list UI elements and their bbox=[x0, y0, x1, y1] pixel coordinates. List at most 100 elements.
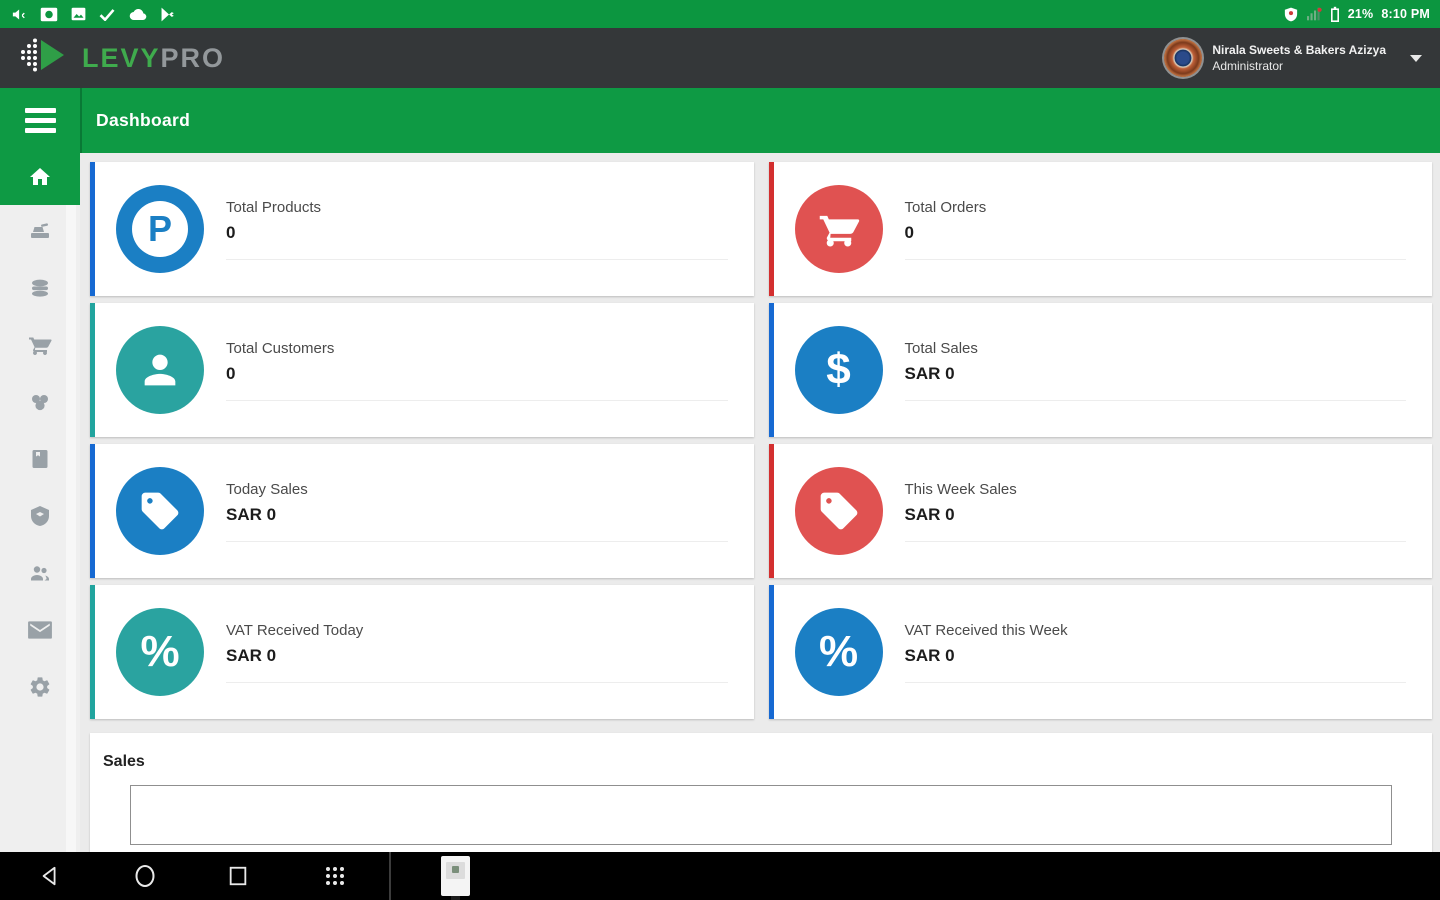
dollar-icon: $ bbox=[794, 326, 883, 414]
card-accent bbox=[768, 585, 774, 719]
stat-cards: P Total Products 0 Total Orders 0 Total … bbox=[90, 162, 1432, 719]
sidebar-item-settings[interactable] bbox=[0, 661, 80, 718]
notification-icons bbox=[10, 7, 174, 22]
nav-divider bbox=[389, 852, 391, 900]
sidebar-item-dashboard[interactable] bbox=[0, 153, 80, 205]
image-icon bbox=[71, 7, 86, 21]
sidebar-item-categories[interactable] bbox=[0, 376, 80, 433]
cloud-icon bbox=[128, 8, 147, 21]
sales-chart bbox=[130, 785, 1392, 845]
divider bbox=[904, 681, 1406, 683]
screen: 21% 8:10 PM LEVYPRO Nirala Sweets & Bake… bbox=[0, 0, 1440, 900]
recents-icon bbox=[229, 866, 247, 886]
divider bbox=[226, 681, 728, 683]
card-value: 0 bbox=[904, 222, 914, 242]
title-bar: Dashboard bbox=[0, 88, 1440, 153]
account-name: Nirala Sweets & Bakers Azizya bbox=[1212, 42, 1386, 57]
check-icon bbox=[99, 8, 115, 21]
back-button[interactable] bbox=[26, 852, 74, 900]
card-value: SAR 0 bbox=[904, 645, 955, 665]
clock: 8:10 PM bbox=[1381, 7, 1430, 21]
percent-icon: % bbox=[794, 608, 883, 696]
divider bbox=[904, 258, 1406, 260]
card-total-products[interactable]: P Total Products 0 bbox=[90, 162, 754, 296]
divider bbox=[904, 540, 1406, 542]
letter-p-icon: P bbox=[116, 185, 204, 273]
account-role: Administrator bbox=[1212, 59, 1284, 73]
levypro-logo-icon bbox=[18, 38, 68, 79]
card-accent bbox=[90, 444, 95, 578]
divider bbox=[226, 399, 728, 401]
card-accent bbox=[768, 444, 774, 578]
sidebar-item-inventory[interactable] bbox=[0, 490, 80, 547]
divider bbox=[226, 258, 728, 260]
card-label: VAT Received Today bbox=[226, 621, 364, 639]
sidebar-item-customers[interactable] bbox=[0, 547, 80, 604]
sidebar-item-cart[interactable] bbox=[0, 319, 80, 376]
home-button[interactable] bbox=[121, 852, 169, 900]
card-this-week-sales[interactable]: This Week Sales SAR 0 bbox=[768, 444, 1432, 578]
pos-terminal-icon bbox=[27, 219, 53, 248]
play-store-icon bbox=[160, 7, 174, 22]
card-total-orders[interactable]: Total Orders 0 bbox=[768, 162, 1432, 296]
inventory-icon bbox=[28, 504, 52, 533]
products-icon bbox=[27, 276, 53, 305]
divider bbox=[904, 399, 1406, 401]
app-thumbnail-dot bbox=[452, 866, 459, 873]
menu-button[interactable] bbox=[0, 88, 80, 153]
tag-icon bbox=[116, 467, 204, 555]
vpn-shield-icon bbox=[1284, 7, 1298, 22]
cart-icon bbox=[794, 185, 883, 273]
sidebar-item-messages[interactable] bbox=[0, 604, 80, 661]
card-vat-received-today[interactable]: % VAT Received Today SAR 0 bbox=[90, 585, 754, 719]
android-status-bar[interactable]: 21% 8:10 PM bbox=[0, 0, 1440, 28]
apps-grid-button[interactable] bbox=[311, 852, 359, 900]
percent-icon: % bbox=[116, 608, 204, 696]
card-today-sales[interactable]: Today Sales SAR 0 bbox=[90, 444, 754, 578]
home-circle-icon bbox=[135, 865, 155, 887]
card-accent bbox=[90, 585, 95, 719]
person-icon bbox=[116, 326, 204, 414]
customers-icon bbox=[27, 561, 53, 590]
battery-icon bbox=[1330, 6, 1340, 22]
back-icon bbox=[42, 866, 56, 886]
home-icon bbox=[27, 165, 53, 194]
card-label: VAT Received this Week bbox=[904, 621, 1068, 639]
card-label: Total Customers bbox=[226, 339, 335, 357]
messages-icon bbox=[27, 619, 53, 646]
announcement-icon bbox=[10, 7, 27, 22]
card-total-customers[interactable]: Total Customers 0 bbox=[90, 303, 754, 437]
app-bar: LEVYPRO Nirala Sweets & Bakers Azizya Ad… bbox=[0, 28, 1440, 88]
apps-grid-icon bbox=[326, 867, 344, 885]
chevron-down-icon bbox=[1410, 54, 1422, 62]
card-value: SAR 0 bbox=[226, 645, 277, 665]
sidebar bbox=[0, 153, 80, 852]
signal-icon bbox=[1306, 7, 1322, 21]
card-label: Total Sales bbox=[904, 339, 978, 357]
brand-name: LEVYPRO bbox=[82, 43, 225, 74]
sidebar-item-orders[interactable] bbox=[0, 433, 80, 490]
app-thumbnail-stub bbox=[451, 896, 460, 900]
hamburger-icon bbox=[24, 108, 56, 133]
settings-icon bbox=[28, 675, 52, 704]
screenshot-icon bbox=[40, 7, 58, 22]
sales-panel: Sales bbox=[90, 733, 1432, 852]
main-content: P Total Products 0 Total Orders 0 Total … bbox=[80, 153, 1440, 852]
card-value: SAR 0 bbox=[226, 504, 277, 524]
app-thumbnail-button[interactable] bbox=[441, 856, 470, 900]
card-label: Total Products bbox=[226, 198, 322, 216]
divider bbox=[226, 540, 728, 542]
recents-button[interactable] bbox=[214, 852, 262, 900]
card-label: Today Sales bbox=[226, 480, 308, 498]
card-total-sales[interactable]: $ Total Sales SAR 0 bbox=[768, 303, 1432, 437]
brand-pro: PRO bbox=[160, 42, 226, 73]
card-value: SAR 0 bbox=[904, 363, 955, 383]
card-value: 0 bbox=[226, 363, 236, 383]
account-menu[interactable]: Nirala Sweets & Bakers Azizya Administra… bbox=[1164, 39, 1422, 77]
battery-percent: 21% bbox=[1347, 7, 1374, 21]
card-label: Total Orders bbox=[904, 198, 987, 216]
sidebar-item-pos[interactable] bbox=[0, 205, 80, 262]
sidebar-item-products[interactable] bbox=[0, 262, 80, 319]
card-vat-received-this-week[interactable]: % VAT Received this Week SAR 0 bbox=[768, 585, 1432, 719]
card-accent bbox=[768, 303, 774, 437]
